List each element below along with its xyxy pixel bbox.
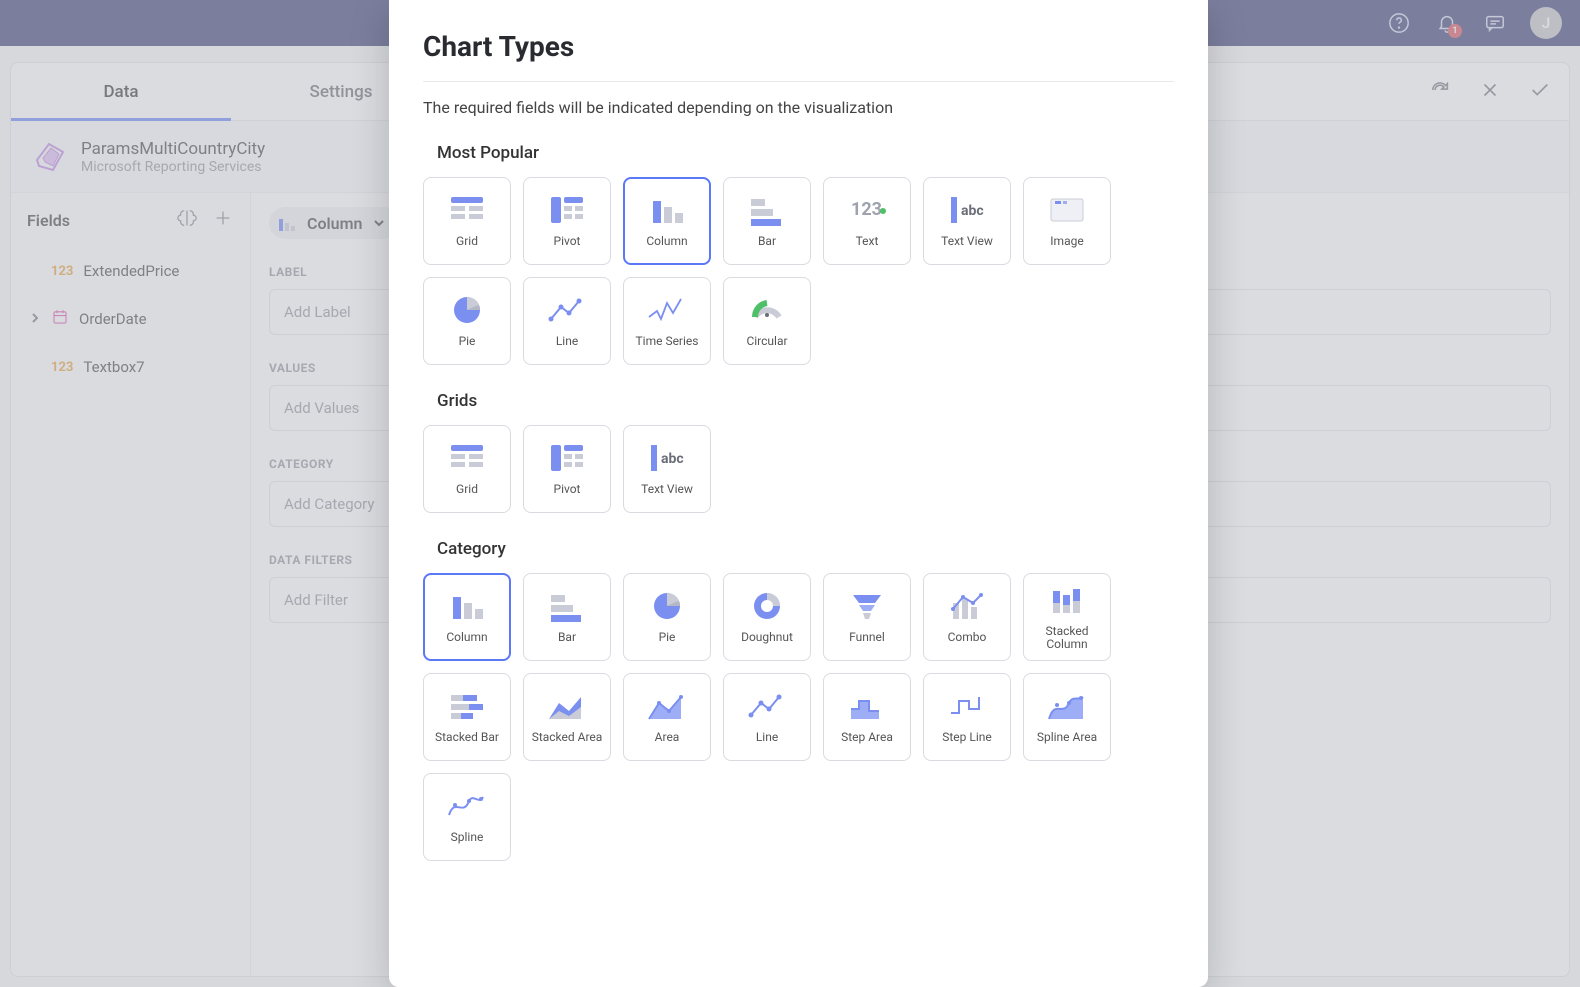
- chart-tile-stacked-column[interactable]: Stacked Column: [1023, 573, 1111, 661]
- spline-icon: [445, 789, 489, 823]
- chart-tile-grid[interactable]: Grid: [423, 177, 511, 265]
- chart-tile-area[interactable]: Area: [623, 673, 711, 761]
- svg-text:abc: abc: [661, 451, 684, 467]
- chart-tile-label: Line: [756, 731, 778, 744]
- chart-tile-line[interactable]: Line: [523, 277, 611, 365]
- chart-tile-time-series[interactable]: Time Series: [623, 277, 711, 365]
- doughnut-icon: [745, 589, 789, 623]
- text-icon: 123: [845, 193, 889, 227]
- grid-icon: [445, 193, 489, 227]
- pie-icon: [645, 589, 689, 623]
- chart-tile-label: Stacked Area: [532, 731, 603, 744]
- chart-tile-label: Text: [856, 235, 879, 248]
- chart-tile-label: Line: [556, 335, 578, 348]
- modal-hint: The required fields will be indicated de…: [423, 98, 1174, 117]
- chart-tile-label: Step Area: [841, 731, 893, 744]
- chart-tile-label: Grid: [456, 235, 478, 248]
- chart-tile-label: Column: [646, 235, 687, 248]
- chart-tile-label: Pie: [659, 631, 676, 644]
- time-series-icon: [645, 293, 689, 327]
- chart-tile-pivot[interactable]: Pivot: [523, 177, 611, 265]
- step-line-icon: [945, 689, 989, 723]
- chart-tile-label: Stacked Column: [1024, 625, 1110, 651]
- step-area-icon: [845, 689, 889, 723]
- combo-icon: [945, 589, 989, 623]
- svg-text:123: 123: [851, 199, 882, 220]
- section-title: Most Popular: [437, 143, 1174, 163]
- area-icon: [645, 689, 689, 723]
- chart-tile-label: Text View: [941, 235, 993, 248]
- modal-title: Chart Types: [423, 30, 1174, 63]
- chart-tile-label: Pivot: [554, 483, 581, 496]
- chart-tile-funnel[interactable]: Funnel: [823, 573, 911, 661]
- chart-tile-label: Bar: [758, 235, 776, 248]
- chart-tile-label: Text View: [641, 483, 693, 496]
- chart-tile-column[interactable]: Column: [623, 177, 711, 265]
- chart-tile-label: Combo: [948, 631, 987, 644]
- chart-tile-label: Grid: [456, 483, 478, 496]
- column-icon: [645, 193, 689, 227]
- column-icon: [445, 589, 489, 623]
- line-icon: [545, 293, 589, 327]
- chart-tile-text-view[interactable]: abc Text View: [923, 177, 1011, 265]
- chart-tile-stacked-area[interactable]: Stacked Area: [523, 673, 611, 761]
- pivot-icon: [545, 193, 589, 227]
- stacked-area-icon: [545, 689, 589, 723]
- text-view-icon: abc: [945, 193, 989, 227]
- line-icon: [745, 689, 789, 723]
- section-title: Grids: [437, 391, 1174, 411]
- pie-icon: [445, 293, 489, 327]
- bar-icon: [745, 193, 789, 227]
- circular-icon: [745, 293, 789, 327]
- chart-tile-step-line[interactable]: Step Line: [923, 673, 1011, 761]
- chart-tile-bar[interactable]: Bar: [523, 573, 611, 661]
- chart-tile-label: Stacked Bar: [435, 731, 499, 744]
- chart-tile-label: Column: [446, 631, 487, 644]
- funnel-icon: [845, 589, 889, 623]
- chart-tile-doughnut[interactable]: Doughnut: [723, 573, 811, 661]
- bar-icon: [545, 589, 589, 623]
- image-icon: [1045, 193, 1089, 227]
- chart-tile-label: Image: [1050, 235, 1083, 248]
- chart-tile-spline[interactable]: Spline: [423, 773, 511, 861]
- divider: [423, 81, 1174, 82]
- chart-tile-label: Circular: [746, 335, 787, 348]
- text-view-icon: abc: [645, 441, 689, 475]
- pivot-icon: [545, 441, 589, 475]
- section-title: Category: [437, 539, 1174, 559]
- chart-tile-label: Pivot: [554, 235, 581, 248]
- chart-tile-label: Doughnut: [741, 631, 793, 644]
- chart-tile-label: Area: [655, 731, 680, 744]
- svg-text:abc: abc: [961, 203, 984, 219]
- chart-tile-combo[interactable]: Combo: [923, 573, 1011, 661]
- chart-tile-label: Bar: [558, 631, 576, 644]
- chart-tile-text-view[interactable]: abc Text View: [623, 425, 711, 513]
- chart-tile-label: Time Series: [636, 335, 699, 348]
- chart-tile-label: Funnel: [849, 631, 885, 644]
- chart-tile-circular[interactable]: Circular: [723, 277, 811, 365]
- chart-tile-pie[interactable]: Pie: [623, 573, 711, 661]
- grid-icon: [445, 441, 489, 475]
- chart-tile-bar[interactable]: Bar: [723, 177, 811, 265]
- chart-tile-image[interactable]: Image: [1023, 177, 1111, 265]
- chart-tile-label: Spline: [451, 831, 484, 844]
- chart-tile-text[interactable]: 123 Text: [823, 177, 911, 265]
- chart-tile-step-area[interactable]: Step Area: [823, 673, 911, 761]
- chart-tile-column[interactable]: Column: [423, 573, 511, 661]
- stacked-column-icon: [1045, 583, 1089, 617]
- chart-tile-line[interactable]: Line: [723, 673, 811, 761]
- chart-types-modal: Chart Types The required fields will be …: [389, 0, 1208, 987]
- chart-tile-spline-area[interactable]: Spline Area: [1023, 673, 1111, 761]
- chart-tile-label: Pie: [459, 335, 476, 348]
- chart-tile-pivot[interactable]: Pivot: [523, 425, 611, 513]
- stacked-bar-icon: [445, 689, 489, 723]
- chart-tile-pie[interactable]: Pie: [423, 277, 511, 365]
- chart-tile-grid[interactable]: Grid: [423, 425, 511, 513]
- chart-tile-label: Spline Area: [1037, 731, 1097, 744]
- chart-tile-stacked-bar[interactable]: Stacked Bar: [423, 673, 511, 761]
- spline-area-icon: [1045, 689, 1089, 723]
- chart-tile-label: Step Line: [942, 731, 992, 744]
